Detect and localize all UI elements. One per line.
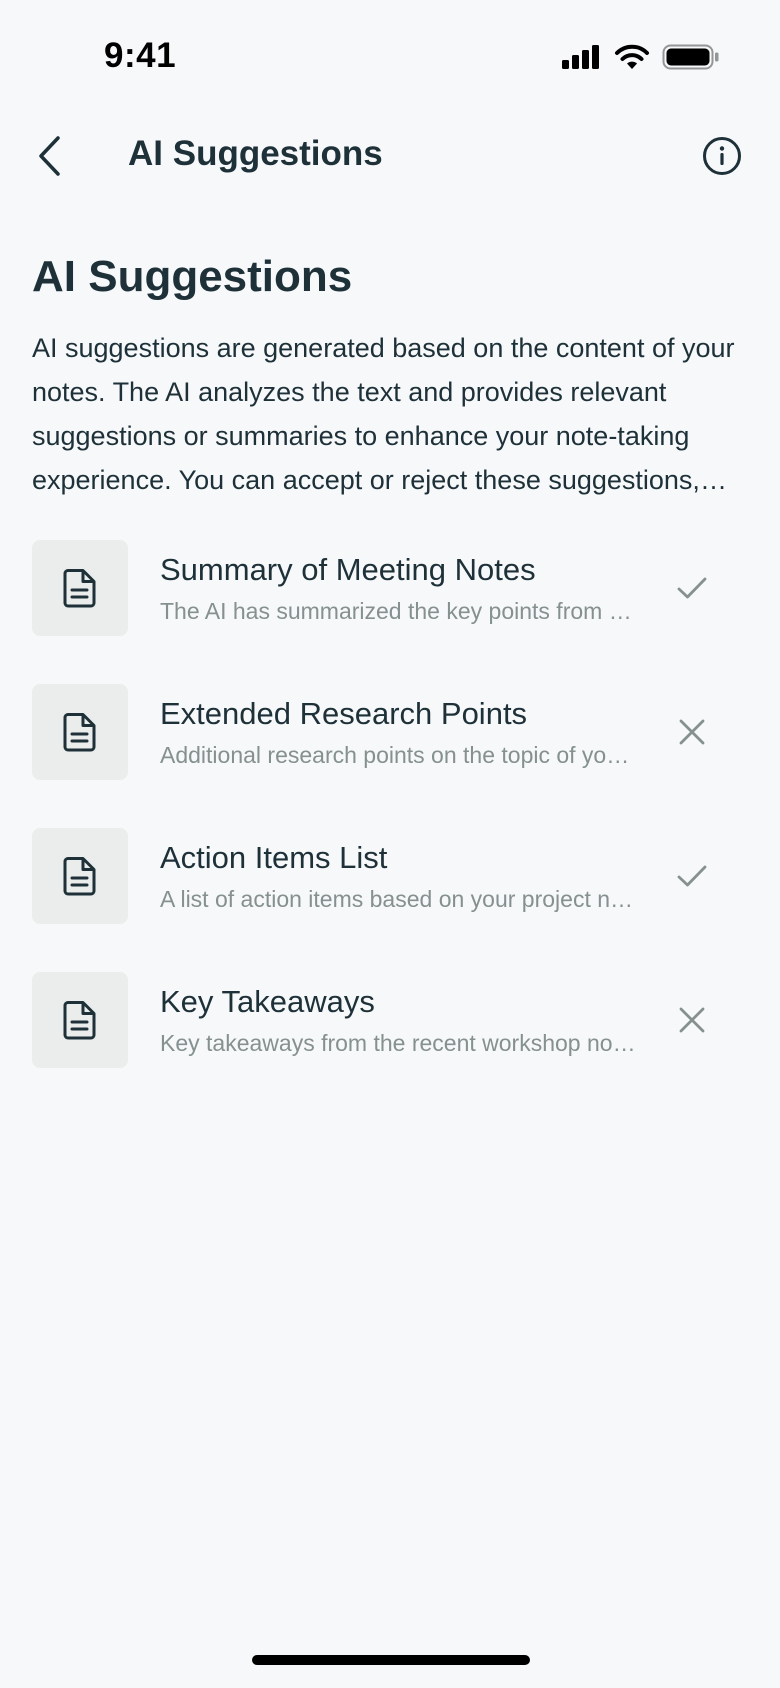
suggestion-subtitle: A list of action items based on your pro… (160, 886, 640, 912)
check-icon (677, 865, 707, 887)
suggestion-thumbnail (32, 540, 128, 636)
close-icon (679, 719, 705, 745)
suggestion-item[interactable]: Key Takeaways Key takeaways from the rec… (32, 972, 748, 1068)
page-heading: AI Suggestions (32, 252, 353, 301)
nav-title: AI Suggestions (128, 134, 383, 173)
wifi-icon (615, 44, 649, 69)
chevron-left-icon (39, 136, 60, 176)
suggestion-thumbnail (32, 972, 128, 1068)
back-button[interactable] (24, 130, 76, 182)
cellular-signal-icon (562, 45, 599, 69)
accept-button[interactable] (668, 564, 716, 612)
document-icon (63, 1001, 96, 1040)
check-icon (677, 577, 707, 599)
accept-button[interactable] (668, 852, 716, 900)
battery-icon (662, 44, 719, 70)
suggestion-text: Summary of Meeting Notes The AI has summ… (160, 550, 650, 626)
suggestion-subtitle: Key takeaways from the recent workshop n… (160, 1030, 640, 1056)
home-indicator[interactable] (252, 1655, 530, 1665)
status-bar: 9:41 (0, 0, 780, 110)
reject-button[interactable] (668, 708, 716, 756)
suggestion-item[interactable]: Extended Research Points Additional rese… (32, 684, 748, 780)
suggestion-title: Extended Research Points (160, 696, 528, 731)
suggestion-text: Action Items List A list of action items… (160, 838, 650, 914)
document-icon (63, 569, 96, 608)
screen: 9:41 AI Suggestions AI Suggestions AI su… (0, 0, 780, 1688)
suggestions-list: Summary of Meeting Notes The AI has summ… (32, 540, 748, 1116)
document-icon (63, 857, 96, 896)
suggestion-subtitle: The AI has summarized the key points fro… (160, 598, 640, 624)
suggestion-title: Summary of Meeting Notes (160, 552, 536, 587)
description-text: AI suggestions are generated based on th… (32, 333, 735, 495)
status-time: 9:41 (104, 36, 177, 75)
suggestion-item[interactable]: Summary of Meeting Notes The AI has summ… (32, 540, 748, 636)
suggestion-item[interactable]: Action Items List A list of action items… (32, 828, 748, 924)
document-icon (63, 713, 96, 752)
status-icons (562, 44, 720, 70)
nav-bar: AI Suggestions (0, 110, 780, 202)
suggestion-subtitle: Additional research points on the topic … (160, 742, 640, 768)
suggestion-thumbnail (32, 828, 128, 924)
suggestion-thumbnail (32, 684, 128, 780)
suggestion-title: Action Items List (160, 840, 388, 875)
info-button[interactable] (700, 134, 744, 178)
suggestion-text: Extended Research Points Additional rese… (160, 694, 650, 770)
reject-button[interactable] (668, 996, 716, 1044)
suggestion-title: Key Takeaways (160, 984, 375, 1019)
close-icon (679, 1007, 705, 1033)
suggestion-text: Key Takeaways Key takeaways from the rec… (160, 982, 650, 1058)
info-icon (703, 137, 741, 175)
